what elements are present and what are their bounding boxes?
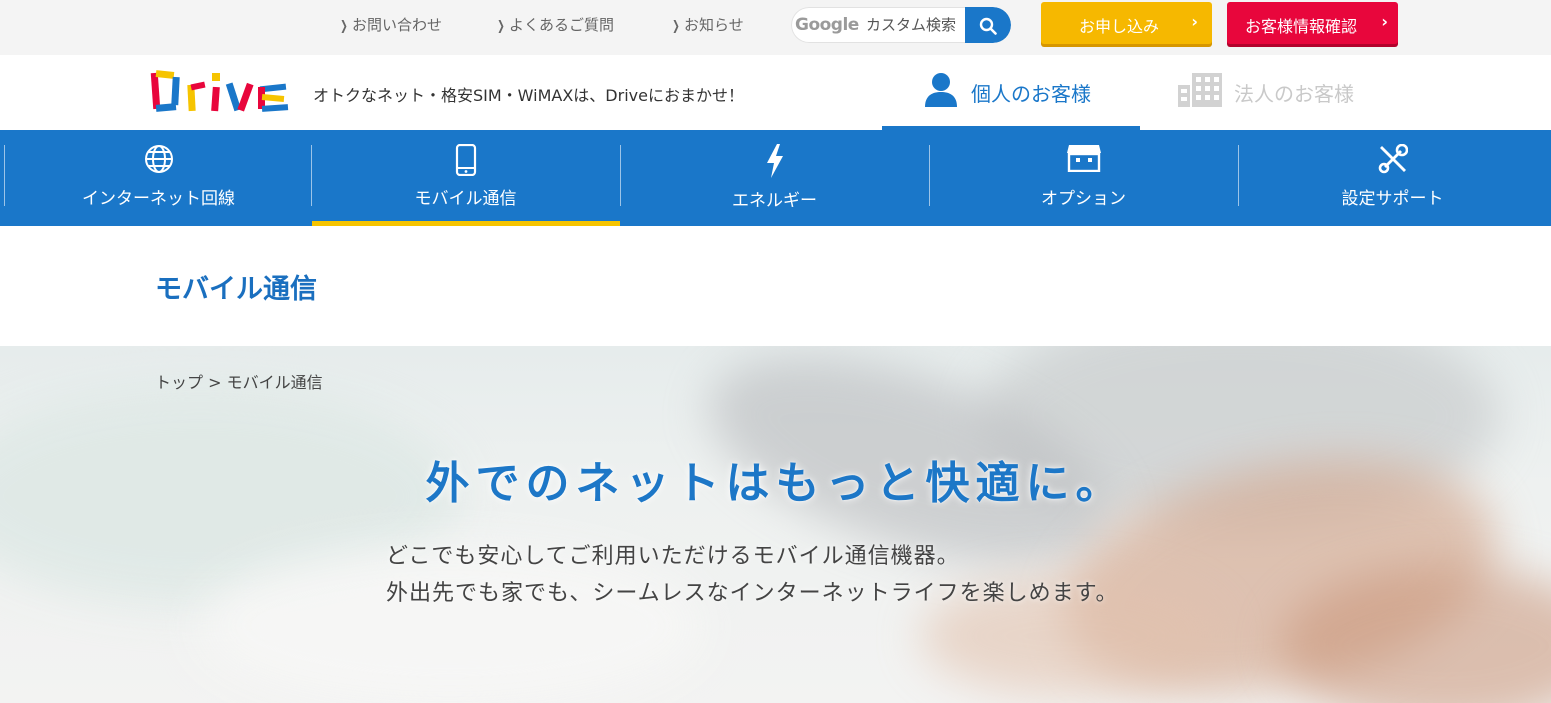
nav-active-indicator <box>312 221 620 226</box>
apply-button[interactable]: お申し込み › <box>1041 2 1212 44</box>
hero-text-line-2: 外出先でも家でも、シームレスなインターネットライフを楽しめます。 <box>386 581 1119 606</box>
drive-logo[interactable] <box>150 67 295 119</box>
tools-icon <box>1378 144 1408 174</box>
nav-item-internet[interactable]: インターネット回線 <box>4 130 313 226</box>
lightning-icon <box>766 144 783 178</box>
google-logo: Google <box>795 15 859 35</box>
breadcrumb-current: モバイル通信 <box>226 373 323 392</box>
store-icon <box>1066 145 1101 172</box>
nav-item-options[interactable]: オプション <box>929 130 1238 226</box>
customer-info-button[interactable]: お客様情報確認 › <box>1227 2 1398 44</box>
search-input[interactable] <box>866 13 961 37</box>
utility-bar: ❯お問い合わせ ❯よくあるご質問 ❯お知らせ Google お申し込み › お客… <box>0 0 1551 55</box>
breadcrumb-separator: > <box>203 373 227 392</box>
chevron-right-icon: ❯ <box>497 19 505 34</box>
brand-header: オトクなネット・格安SIM・WiMAXは、Driveにおまかせ！ 個人のお客様 … <box>0 55 1551 130</box>
main-navigation: インターネット回線 モバイル通信 エネルギー オプション 設定サポート <box>0 130 1551 226</box>
chevron-right-icon: ❯ <box>672 19 680 34</box>
site-search: Google <box>791 7 1011 43</box>
tagline: オトクなネット・格安SIM・WiMAXは、Driveにおまかせ！ <box>313 86 744 105</box>
segment-corporate[interactable]: 法人のお客様 <box>1176 55 1396 130</box>
person-icon <box>925 73 957 107</box>
hero-banner: トップ > モバイル通信 外でのネットはもっと快適に。 どこでも安心してご利用い… <box>0 346 1551 703</box>
faq-link[interactable]: ❯ よくあるご質問 <box>495 14 614 35</box>
search-icon <box>979 17 997 35</box>
contact-link[interactable]: ❯ お問い合わせ <box>338 14 442 35</box>
nav-item-energy[interactable]: エネルギー <box>620 130 929 226</box>
globe-icon <box>144 145 173 173</box>
nav-item-support[interactable]: 設定サポート <box>1238 130 1547 226</box>
breadcrumb-home-link[interactable]: トップ <box>155 373 203 392</box>
building-icon <box>1178 73 1222 107</box>
smartphone-icon <box>455 144 476 176</box>
search-button[interactable] <box>965 7 1011 43</box>
chevron-right-icon: ❯ <box>340 19 348 34</box>
chevron-right-icon: › <box>1191 12 1198 31</box>
news-link[interactable]: ❯ お知らせ <box>670 14 744 35</box>
chevron-right-icon: › <box>1381 12 1388 31</box>
hero-text-line-1: どこでも安心してご利用いただけるモバイル通信機器。 <box>386 544 960 569</box>
page-title: モバイル通信 <box>155 274 317 305</box>
segment-personal[interactable]: 個人のお客様 <box>882 55 1140 130</box>
nav-item-mobile[interactable]: モバイル通信 <box>311 130 620 226</box>
hero-heading: 外でのネットはもっと快適に。 <box>425 458 1126 509</box>
breadcrumb: トップ > モバイル通信 <box>155 369 323 393</box>
